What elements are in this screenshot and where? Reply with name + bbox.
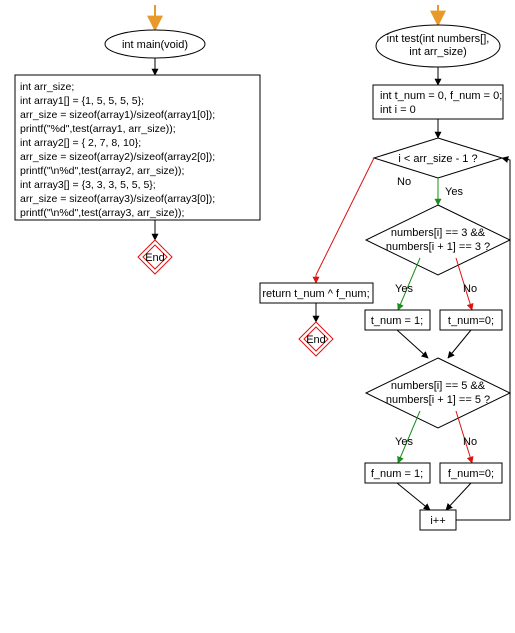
test-start-l1: int test(int numbers[], (387, 33, 490, 45)
cond3-yes-label: Yes (395, 436, 413, 448)
test-cond3-l1: numbers[i] == 5 && (391, 380, 486, 392)
test-cond2-l2: numbers[i + 1] == 3 ? (386, 241, 490, 253)
test-end-node: End (299, 322, 333, 356)
test-start-l2: int arr_size) (409, 46, 466, 58)
main-end-label: End (145, 252, 165, 264)
cond2-no-label: No (463, 283, 477, 295)
main-code-line: arr_size = sizeof(array1)/sizeof(array1[… (20, 109, 215, 121)
test-cond2-l1: numbers[i] == 3 && (391, 227, 486, 239)
test-cond3-node (366, 358, 510, 428)
main-code-line: int array3[] = {3, 3, 3, 5, 5, 5}; (20, 179, 156, 191)
test-init-l1: int t_num = 0, f_num = 0; (380, 90, 502, 102)
flowchart-canvas: int main(void) int arr_size;int array1[]… (0, 0, 515, 633)
main-code-line: arr_size = sizeof(array3)/sizeof(array3[… (20, 193, 215, 205)
main-flow: int main(void) int arr_size;int array1[]… (15, 5, 260, 274)
tnum-no-label: t_num=0; (448, 315, 494, 327)
main-start-label: int main(void) (122, 39, 188, 51)
test-cond1-label: i < arr_size - 1 ? (398, 153, 477, 165)
cond3-no-label: No (463, 436, 477, 448)
main-code-line: printf("\n%d",test(array2, arr_size)); (20, 165, 184, 177)
cond1-no-label: No (397, 176, 411, 188)
cond1-yes-label: Yes (445, 186, 463, 198)
main-code-line: printf("\n%d",test(array3, arr_size)); (20, 207, 184, 219)
test-flow: int test(int numbers[], int arr_size) in… (260, 5, 510, 530)
main-end-node: End (138, 240, 172, 274)
test-end-label: End (306, 334, 326, 346)
test-init-l2: int i = 0 (380, 104, 416, 116)
test-cond3-l2: numbers[i + 1] == 5 ? (386, 394, 490, 406)
main-code-line: int array1[] = {1, 5, 5, 5, 5}; (20, 95, 144, 107)
cond2-yes-label: Yes (395, 283, 413, 295)
main-code-line: int array2[] = { 2, 7, 8, 10}; (20, 137, 141, 149)
inc-label: i++ (430, 515, 445, 527)
fnum-no-label: f_num=0; (448, 468, 494, 480)
test-return-label: return t_num ^ f_num; (262, 288, 369, 300)
fnum-yes-label: f_num = 1; (371, 468, 423, 480)
main-code-line: arr_size = sizeof(array2)/sizeof(array2[… (20, 151, 215, 163)
main-code-line: printf("%d",test(array1, arr_size)); (20, 123, 176, 135)
test-cond2-node (366, 205, 510, 275)
main-code-line: int arr_size; (20, 81, 74, 93)
tnum-yes-label: t_num = 1; (371, 315, 423, 327)
